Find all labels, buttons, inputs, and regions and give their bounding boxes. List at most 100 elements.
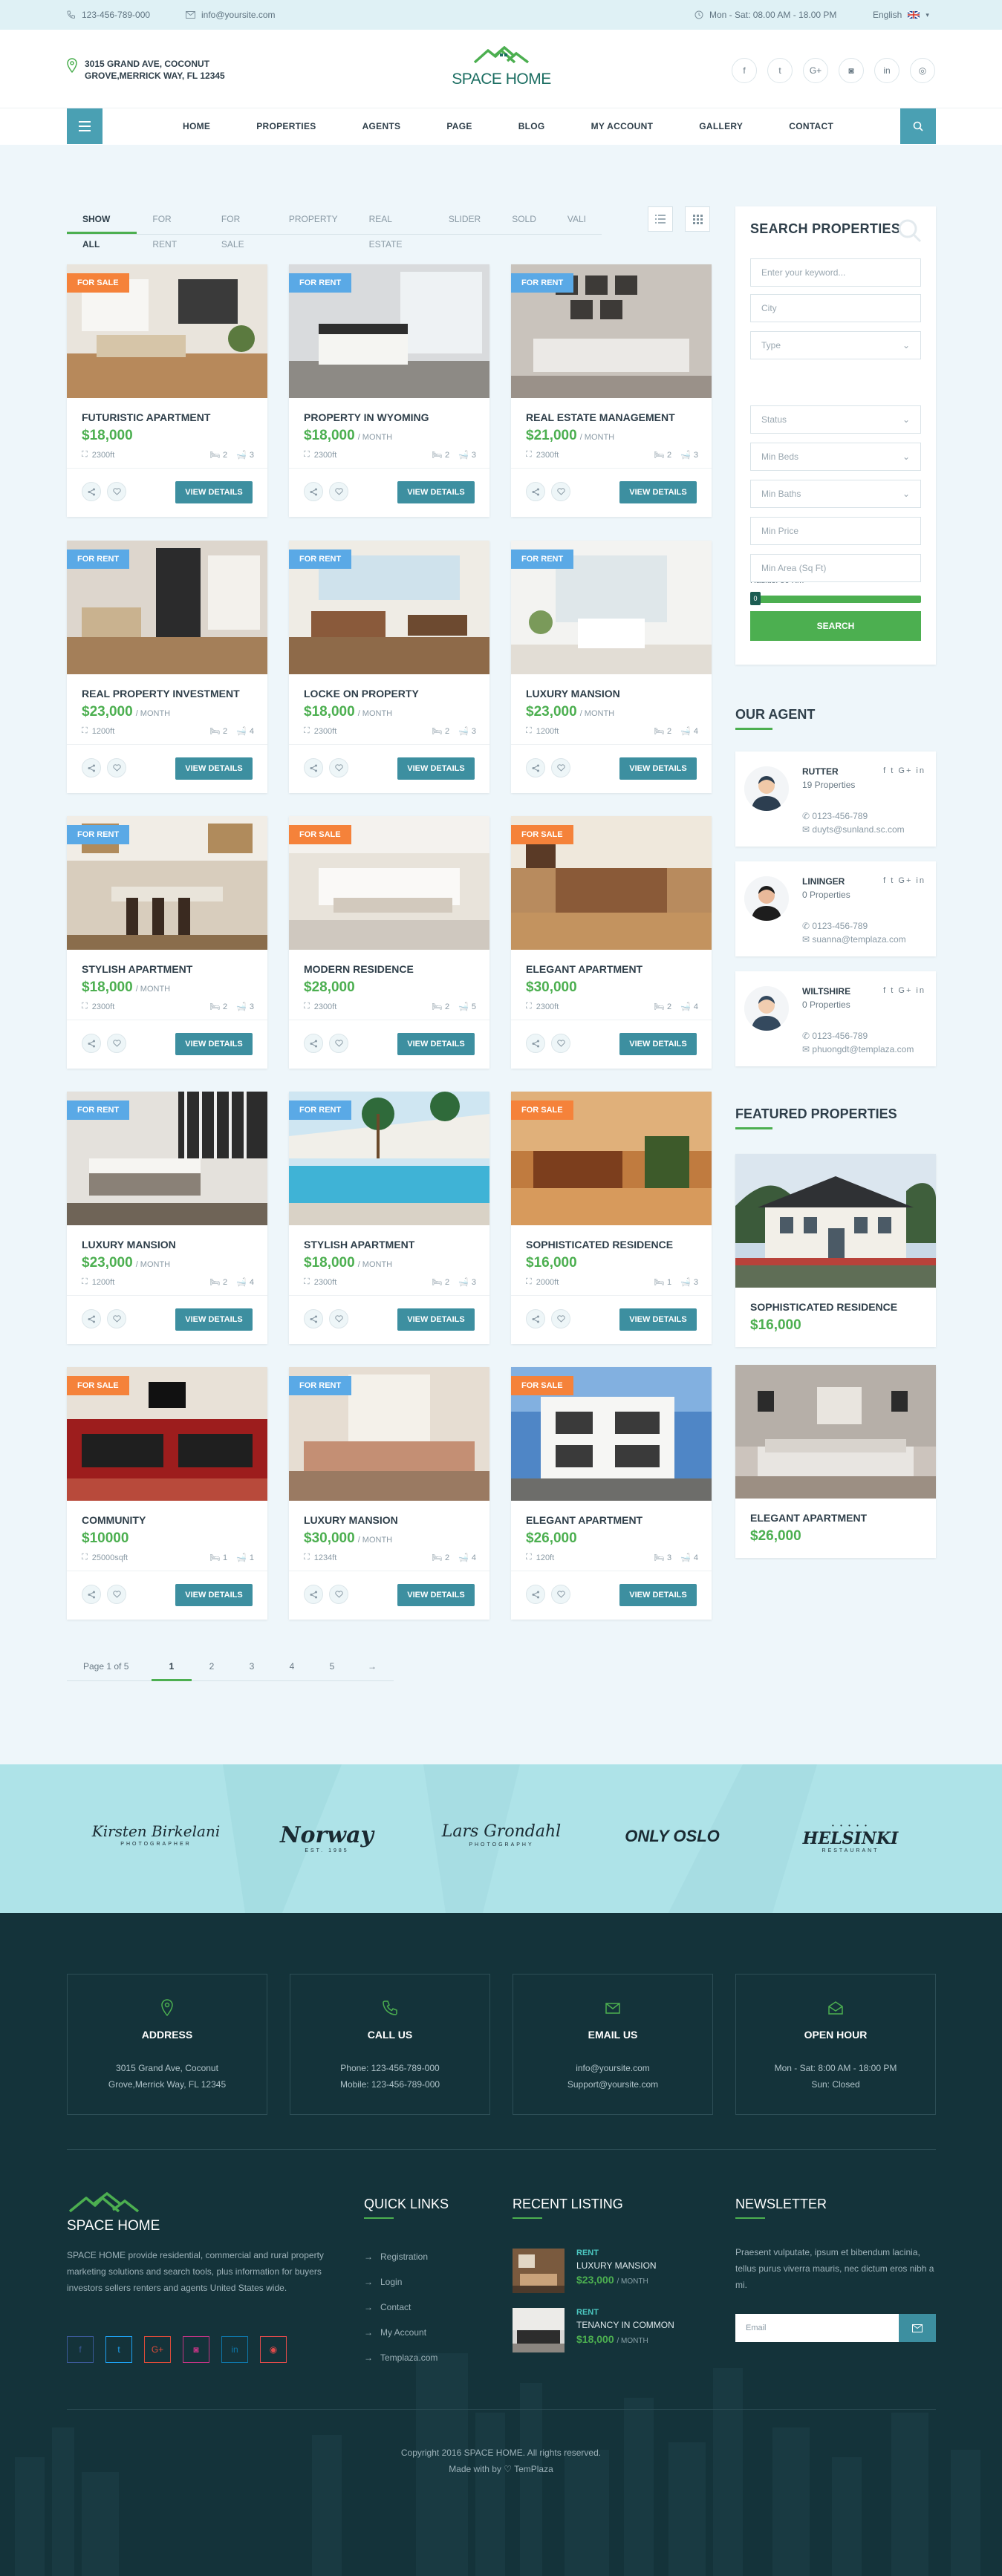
share-icon[interactable] xyxy=(82,1034,101,1053)
property-title[interactable]: FUTURISTIC APARTMENT xyxy=(82,411,210,423)
recent-listing-name[interactable]: TENANCY IN COMMON xyxy=(576,2320,674,2330)
agent-social-icons[interactable]: f t G+ in xyxy=(883,986,925,995)
share-icon[interactable] xyxy=(526,482,545,501)
featured-photo[interactable] xyxy=(735,1154,936,1288)
next-page-arrow-icon[interactable]: → xyxy=(352,1651,392,1681)
featured-card[interactable]: ELEGANT APARTMENT $26,000 xyxy=(735,1365,936,1558)
avatar[interactable] xyxy=(744,986,789,1031)
property-title[interactable]: LUXURY MANSION xyxy=(304,1514,398,1526)
featured-photo[interactable] xyxy=(735,1365,936,1499)
quick-link-label[interactable]: Login xyxy=(380,2277,402,2287)
share-icon[interactable] xyxy=(304,1585,323,1604)
view-details-button[interactable]: VIEW DETAILS xyxy=(619,1584,697,1606)
partner-logo[interactable]: Lars Grondahl PHOTOGRAPHY xyxy=(438,1822,565,1848)
property-card[interactable]: FOR SALE FUTURISTIC APARTMENT $18,000 ⛶ 2300… xyxy=(67,264,267,517)
nav-home[interactable]: HOME xyxy=(160,121,233,131)
partner-logo[interactable]: Norway EST. 1985 xyxy=(271,1822,383,1853)
property-title[interactable]: LUXURY MANSION xyxy=(526,688,620,700)
footer-box-line[interactable]: info@yoursite.com xyxy=(513,2060,712,2076)
filter-vali[interactable]: VALI xyxy=(552,206,602,234)
agent-email[interactable]: ✉ suanna@templaza.com xyxy=(802,934,906,945)
view-details-button[interactable]: VIEW DETAILS xyxy=(619,1033,697,1055)
view-details-button[interactable]: VIEW DETAILS xyxy=(397,1584,475,1606)
filter-for-rent[interactable]: FOR RENT xyxy=(137,206,206,250)
share-icon[interactable] xyxy=(304,482,323,501)
facebook-icon[interactable]: f xyxy=(67,2336,94,2363)
facebook-icon[interactable]: f xyxy=(732,58,757,83)
agent-name[interactable]: RUTTER xyxy=(802,766,839,777)
filter-real-estate[interactable]: REAL ESTATE xyxy=(354,206,433,250)
nav-my-account[interactable]: MY ACCOUNT xyxy=(568,121,677,131)
share-icon[interactable] xyxy=(304,1034,323,1053)
list-view-button[interactable] xyxy=(648,206,673,232)
share-icon[interactable] xyxy=(526,758,545,777)
min-baths-select[interactable]: Min Baths ⌄ xyxy=(750,480,921,508)
instagram-icon[interactable]: ◙ xyxy=(183,2336,209,2363)
page-2[interactable]: 2 xyxy=(192,1651,232,1681)
quick-link[interactable]: → Registration xyxy=(364,2244,437,2269)
view-details-button[interactable]: VIEW DETAILS xyxy=(175,1033,253,1055)
nav-contact[interactable]: CONTACT xyxy=(766,121,856,131)
nav-blog[interactable]: BLOG xyxy=(495,121,568,131)
agent-card[interactable]: WILTSHIRE f t G+ in 0 Properties ✆ 0123-456… xyxy=(735,971,936,1066)
view-details-button[interactable]: VIEW DETAILS xyxy=(397,1308,475,1331)
language-selector[interactable]: English ▾ xyxy=(873,10,929,20)
heart-icon[interactable] xyxy=(107,1309,126,1328)
recent-listing-item[interactable]: RENT TENANCY IN COMMON $18,000 / MONTH xyxy=(513,2308,706,2360)
page-3[interactable]: 3 xyxy=(232,1651,272,1681)
featured-name[interactable]: ELEGANT APARTMENT xyxy=(750,1512,867,1524)
heart-icon[interactable] xyxy=(551,1034,570,1053)
view-details-button[interactable]: VIEW DETAILS xyxy=(397,757,475,780)
view-details-button[interactable]: VIEW DETAILS xyxy=(619,481,697,503)
property-title[interactable]: MODERN RESIDENCE xyxy=(304,963,414,975)
heart-icon[interactable] xyxy=(329,1309,348,1328)
heart-icon[interactable] xyxy=(107,758,126,777)
view-details-button[interactable]: VIEW DETAILS xyxy=(175,1308,253,1331)
agent-email[interactable]: ✉ duyts@sunland.sc.com xyxy=(802,824,905,835)
page-1[interactable]: 1 xyxy=(152,1651,192,1681)
page-4[interactable]: 4 xyxy=(272,1651,312,1681)
share-icon[interactable] xyxy=(526,1585,545,1604)
logo-text[interactable]: SPACE HOME xyxy=(446,71,557,88)
view-details-button[interactable]: VIEW DETAILS xyxy=(175,1584,253,1606)
footer-logo[interactable]: SPACE HOME xyxy=(67,2191,163,2234)
share-icon[interactable] xyxy=(82,1585,101,1604)
heart-icon[interactable] xyxy=(107,482,126,501)
property-card[interactable]: FOR RENT STYLISH APARTMENT $18,000/ MONTH ⛶… xyxy=(289,1092,489,1344)
property-title[interactable]: STYLISH APARTMENT xyxy=(82,963,192,975)
heart-icon[interactable] xyxy=(551,1585,570,1604)
quick-link-label[interactable]: Registration xyxy=(380,2251,428,2262)
agent-name[interactable]: LININGER xyxy=(802,876,845,887)
footer-logo-text[interactable]: SPACE HOME xyxy=(67,2218,163,2234)
google-plus-icon[interactable]: G+ xyxy=(144,2336,171,2363)
view-details-button[interactable]: VIEW DETAILS xyxy=(619,1308,697,1331)
heart-icon[interactable] xyxy=(551,758,570,777)
agent-card[interactable]: LININGER f t G+ in 0 Properties ✆ 0123-456-… xyxy=(735,861,936,956)
nav-agents[interactable]: AGENTS xyxy=(339,121,424,131)
chevron-down-icon[interactable]: ▾ xyxy=(925,11,929,19)
status-select[interactable]: Status ⌄ xyxy=(750,405,921,434)
property-card[interactable]: FOR SALE MODERN RESIDENCE $28,000 ⛶ 2300ft 🛏 2… xyxy=(289,816,489,1069)
property-title[interactable]: ELEGANT APARTMENT xyxy=(526,1514,642,1526)
share-icon[interactable] xyxy=(304,1309,323,1328)
featured-card[interactable]: SOPHISTICATED RESIDENCE $16,000 xyxy=(735,1154,936,1347)
filter-for-sale[interactable]: FOR SALE xyxy=(206,206,273,250)
page-5[interactable]: 5 xyxy=(312,1651,352,1681)
min-beds-select[interactable]: Min Beds ⌄ xyxy=(750,443,921,471)
agent-social-icons[interactable]: f t G+ in xyxy=(883,766,925,775)
menu-toggle-button[interactable] xyxy=(67,108,103,144)
top-email-text[interactable]: info@yoursite.com xyxy=(201,10,276,20)
property-title[interactable]: PROPERTY IN WYOMING xyxy=(304,411,429,423)
nav-page[interactable]: PAGE xyxy=(423,121,495,131)
filter-property[interactable]: PROPERTY xyxy=(273,206,354,234)
quick-link[interactable]: → My Account xyxy=(364,2320,437,2345)
agent-card[interactable]: RUTTER f t G+ in 19 Properties ✆ 0123-456-7… xyxy=(735,751,936,847)
heart-icon[interactable] xyxy=(329,482,348,501)
property-card[interactable]: FOR SALE ELEGANT APARTMENT $26,000 ⛶ 120ft 🛏 3… xyxy=(511,1367,712,1620)
quick-link-label[interactable]: Templaza.com xyxy=(380,2352,437,2363)
view-details-button[interactable]: VIEW DETAILS xyxy=(619,757,697,780)
heart-icon[interactable] xyxy=(107,1585,126,1604)
property-card[interactable]: FOR RENT LUXURY MANSION $23,000/ MONTH ⛶ 120… xyxy=(511,541,712,793)
recent-listing-thumb[interactable] xyxy=(513,2249,565,2293)
property-card[interactable]: FOR SALE SOPHISTICATED RESIDENCE $16,000 ⛶ 2… xyxy=(511,1092,712,1344)
